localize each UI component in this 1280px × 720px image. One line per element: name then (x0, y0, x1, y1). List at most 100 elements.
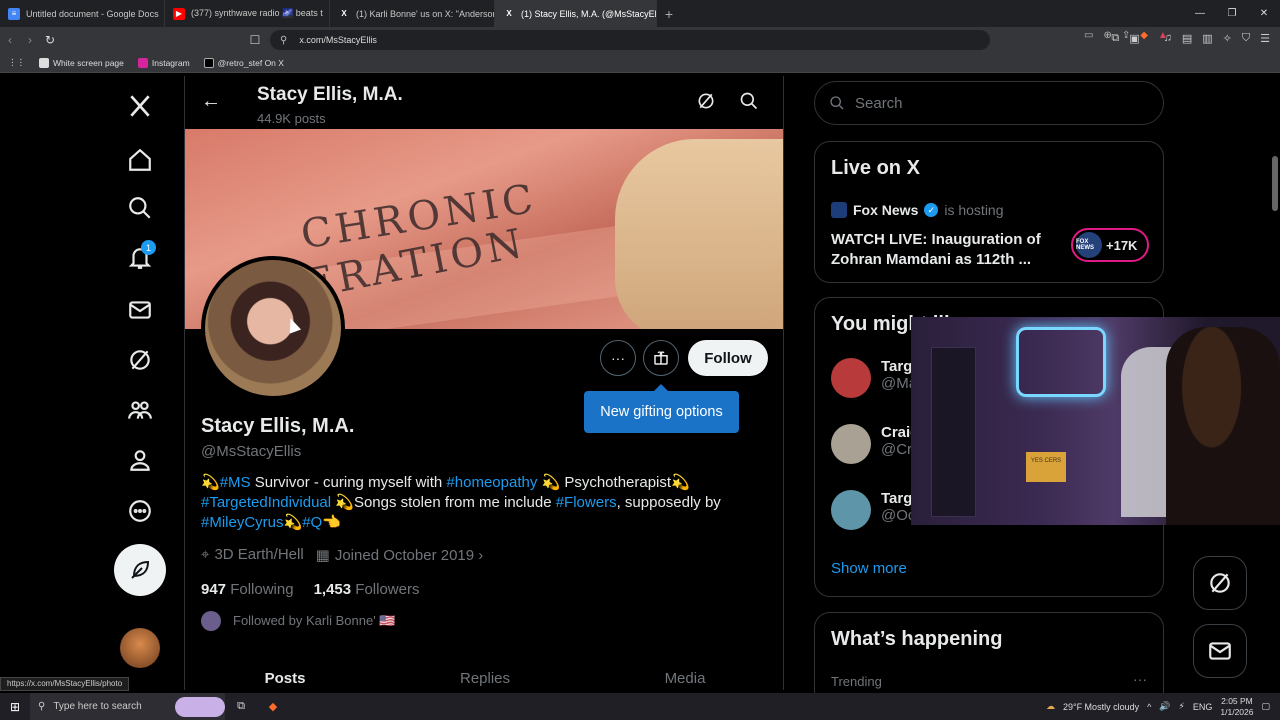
bookmark-instagram[interactable]: Instagram (137, 57, 190, 68)
hashtag-link[interactable]: #Flowers (556, 494, 617, 511)
x-logo-icon: X (341, 9, 347, 18)
new-tab-button[interactable]: + (657, 6, 681, 22)
verified-badge-icon: ✓ (924, 203, 939, 217)
hexagon-light (1016, 327, 1106, 397)
bookmark-white-screen[interactable]: White screen page (39, 57, 124, 68)
browser-tab-google-docs[interactable]: ≡ Untitled document - Google Docs (0, 0, 165, 27)
account-avatar[interactable] (120, 628, 160, 668)
search-icon[interactable] (118, 186, 162, 230)
tab-replies[interactable]: Replies (385, 660, 585, 690)
search-highlight-image (175, 696, 225, 717)
follow-button[interactable]: Follow (688, 340, 768, 376)
suggestion-item[interactable]: Targ @Ma (831, 358, 917, 398)
header-name: Stacy Ellis, M.A. (257, 84, 403, 105)
tab-title: (1) Stacy Ellis, M.A. (@MsStacyEl (521, 8, 657, 19)
avatar (831, 424, 871, 464)
hashtag-link[interactable]: #homeopathy (446, 474, 537, 491)
bookmark-retro-stef[interactable]: @retro_stef On X (203, 57, 284, 68)
browser-tab-karli[interactable]: X (1) Karli Bonne' us on X: "Anderson C (330, 0, 495, 27)
notifications-icon[interactable]: ▢ (1261, 701, 1270, 712)
joined-date[interactable]: ▦ Joined October 2019 › (316, 546, 484, 564)
followers-link[interactable]: 1,453 Followers (314, 581, 420, 598)
windows-start-icon[interactable]: ⊞ (0, 700, 30, 714)
network-icon[interactable]: ⚡ (1179, 701, 1185, 712)
messages-floating-button[interactable] (1193, 624, 1247, 678)
browser-tab-stacy[interactable]: X (1) Stacy Ellis, M.A. (@MsStacyEl ✕ (495, 0, 657, 27)
search-icon[interactable] (739, 91, 761, 113)
apps-icon[interactable]: ⋮⋮ (8, 57, 25, 68)
media-icon[interactable]: ♫ (1164, 32, 1172, 45)
hashtag-link[interactable]: #TargetedIndividual (201, 494, 331, 511)
post-button[interactable] (114, 544, 166, 596)
grok-icon[interactable] (696, 91, 718, 113)
hashtag-link[interactable]: #MS (220, 474, 251, 491)
browser-tab-youtube[interactable]: ▶ (377) synthwave radio 🌌 beats t (165, 0, 330, 27)
home-icon[interactable] (118, 138, 162, 182)
show-more-link[interactable]: Show more (831, 560, 907, 577)
clock[interactable]: 2:05 PM 1/1/2026 (1220, 696, 1253, 718)
communities-icon[interactable] (118, 388, 162, 432)
notifications-bell-icon[interactable]: 1 (118, 236, 162, 280)
reload-button[interactable]: ↻ (40, 33, 60, 47)
search-input[interactable]: Search (814, 81, 1164, 125)
minimize-button[interactable]: — (1184, 0, 1216, 27)
webcam-sign: YES CERS (1026, 452, 1066, 482)
brave-browser-icon[interactable]: ◆ (257, 700, 289, 713)
back-arrow-icon[interactable]: ← (201, 90, 221, 113)
hashtag-link[interactable]: #Q (302, 514, 322, 531)
profile-location: 3D Earth/Hell (214, 546, 304, 563)
grok-floating-button[interactable] (1193, 556, 1247, 610)
x-home-logo-icon[interactable] (118, 84, 162, 128)
wallet-icon[interactable]: ▣ (1129, 32, 1139, 45)
taskbar-search[interactable]: ⚲ Type here to search (30, 693, 225, 720)
volume-icon[interactable]: 🔊 (1159, 701, 1170, 712)
site-info-icon[interactable]: ⚲ (280, 35, 287, 46)
x-logo-icon: X (506, 9, 512, 18)
vpn-icon[interactable]: ⛉ (1242, 32, 1250, 45)
live-heading: Live on X (831, 157, 920, 179)
grok-icon[interactable] (118, 338, 162, 382)
following-link[interactable]: 947 Following (201, 581, 294, 598)
language-icon[interactable]: ENG (1193, 702, 1213, 712)
hashtag-link[interactable]: #MileyCyrus (201, 514, 284, 531)
followed-by[interactable]: Followed by Karli Bonne' 🇺🇸 (201, 611, 395, 631)
more-icon[interactable] (118, 489, 162, 533)
suggestion-item[interactable]: Craig @Cra (831, 424, 920, 464)
profile-icon[interactable] (118, 438, 162, 482)
extensions-icon[interactable]: ⧉ (1111, 32, 1119, 45)
fox-news-avatar: FOX NEWS (1076, 232, 1102, 258)
messages-icon[interactable] (118, 288, 162, 332)
close-window-button[interactable]: ✕ (1248, 0, 1280, 27)
task-view-icon[interactable]: ⧉ (225, 700, 257, 713)
live-listener-count[interactable]: FOX NEWS +17K (1071, 228, 1149, 262)
restore-button[interactable]: ❐ (1216, 0, 1248, 27)
grok-icon (1210, 573, 1230, 593)
live-host[interactable]: Fox News ✓ is hosting (831, 202, 1004, 218)
profile-avatar[interactable] (201, 256, 345, 400)
tray-expand-icon[interactable]: ^ (1147, 702, 1151, 712)
wallet2-icon[interactable]: ▥ (1202, 32, 1212, 45)
search-icon: ⚲ (38, 701, 46, 712)
gift-button[interactable] (643, 340, 679, 376)
tab-title: (377) synthwave radio 🌌 beats t (191, 8, 323, 18)
x-logo-icon (203, 57, 214, 68)
extensions-area: ⧉ ▣ ♫ ▤ ▥ ✧ ⛉ ☰ (1111, 32, 1270, 45)
tab-title: (1) Karli Bonne' us on X: "Anderson C (356, 8, 495, 19)
bookmark-icon[interactable]: ☐ (245, 33, 265, 47)
back-button[interactable]: ‹ (0, 33, 20, 47)
happening-heading: What’s happening (831, 628, 1003, 650)
weather-text[interactable]: 29°F Mostly cloudy (1063, 702, 1139, 712)
leo-icon[interactable]: ✧ (1223, 32, 1232, 45)
forward-button[interactable]: › (20, 33, 40, 47)
search-icon (830, 96, 844, 110)
sidebar-icon[interactable]: ▤ (1182, 32, 1192, 45)
more-options-icon[interactable]: ··· (1133, 671, 1147, 687)
tab-media[interactable]: Media (585, 660, 783, 690)
tab-posts[interactable]: Posts (185, 660, 385, 690)
page-scrollbar[interactable] (1272, 156, 1278, 211)
menu-icon[interactable]: ☰ (1260, 32, 1270, 45)
url-text: x.com/MsStacyEllis (299, 35, 377, 45)
live-title[interactable]: WATCH LIVE: Inauguration of Zohran Mamda… (831, 230, 1051, 270)
url-field[interactable]: ⚲ x.com/MsStacyEllis ▭ ⊕ ⇪ ◆ ▲ (270, 30, 1168, 50)
more-options-button[interactable]: ··· (600, 340, 636, 376)
